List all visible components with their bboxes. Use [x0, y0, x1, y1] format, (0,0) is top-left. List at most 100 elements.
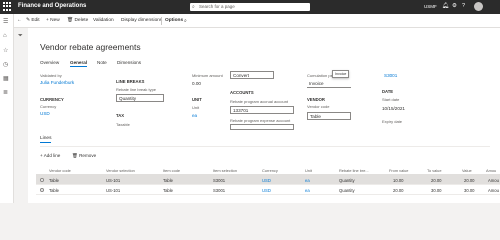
filter-icon[interactable]: ⏷	[18, 33, 23, 40]
grid-cell[interactable]: Table	[49, 178, 59, 183]
validated-by-label: Validated by	[40, 73, 62, 78]
app-title: Finance and Operations	[18, 3, 87, 9]
grid-cell[interactable]: 20.00	[431, 178, 441, 183]
expense-account-label: Rebate program expense account	[230, 118, 291, 123]
currency-header: CURRENCY	[40, 97, 64, 102]
grid-cell[interactable]: 30.00	[464, 188, 474, 193]
tab-general[interactable]: General	[70, 60, 88, 67]
expiry-date-label: Expiry date	[382, 119, 403, 124]
validation-button[interactable]: Validation	[93, 18, 114, 23]
grid-cell[interactable]: Table	[49, 188, 59, 193]
column-header[interactable]: Vendor code	[49, 168, 71, 173]
home-icon[interactable]: ⌂	[3, 33, 7, 39]
tab-note[interactable]: Note	[97, 60, 107, 65]
grid-cell[interactable]: S3001	[213, 178, 225, 183]
table-row[interactable]: Table US-101 Table S3001 USD ea Quantity…	[36, 185, 500, 195]
start-date-label: Start date	[382, 97, 400, 102]
grid-cell[interactable]: 20.00	[393, 188, 403, 193]
column-header[interactable]: Item selection	[213, 168, 237, 173]
grid-cell[interactable]: Table	[163, 188, 173, 193]
grid-cell[interactable]: USD	[262, 188, 271, 193]
section-divider	[40, 146, 490, 147]
favorites-icon[interactable]: ☆	[3, 47, 8, 54]
lines-section-title[interactable]: Lines	[40, 136, 52, 143]
grid-cell[interactable]: US-101	[106, 178, 120, 183]
filter-pane: ⏷	[14, 28, 28, 203]
grid-cell[interactable]: 10.00	[393, 178, 403, 183]
remove-button[interactable]: 🗑︎ Remove	[72, 153, 96, 159]
convert-button[interactable]: Convert	[230, 71, 274, 79]
column-header[interactable]: Value	[462, 168, 472, 173]
start-date-value[interactable]: 10/15/2021	[382, 106, 405, 111]
tab-dimensions[interactable]: Dimensions	[117, 60, 141, 65]
tab-overview[interactable]: Overview	[40, 60, 59, 65]
company-picker[interactable]: USMF	[424, 4, 437, 9]
line-break-type-label: Rebate line break type	[116, 87, 157, 92]
help-icon[interactable]: ?	[462, 3, 465, 9]
edit-label: Edit	[31, 18, 40, 23]
modules-icon[interactable]: ≣	[3, 89, 8, 96]
workspaces-icon[interactable]: ▦	[3, 75, 9, 82]
grid-cell[interactable]: USD	[262, 178, 271, 183]
accrual-account-field[interactable]: 133701	[230, 106, 294, 114]
delete-label: Delete	[74, 18, 89, 23]
vendor-account-value[interactable]: S3001	[384, 73, 397, 78]
column-header[interactable]: Unit	[305, 168, 312, 173]
grid-cell[interactable]: US-101	[106, 188, 120, 193]
line-break-type-select[interactable]: Quantity	[116, 94, 164, 102]
currency-value[interactable]: USD	[40, 111, 50, 116]
row-select-radio[interactable]	[40, 178, 44, 182]
row-select-radio[interactable]	[40, 188, 44, 192]
column-header[interactable]: Currency	[262, 168, 278, 173]
grid-cell[interactable]: Amou	[488, 178, 499, 183]
recent-icon[interactable]: ◷	[3, 61, 8, 68]
add-line-button[interactable]: + Add line	[40, 153, 60, 158]
cumulation-period-select[interactable]: Invoice	[307, 80, 351, 88]
validated-by-value[interactable]: Julia Funderburk	[40, 80, 74, 85]
column-header[interactable]: Item code	[163, 168, 180, 173]
column-header[interactable]: From value	[389, 168, 408, 173]
display-dimensions-button[interactable]: Display dimensions	[121, 18, 162, 23]
grid-cell[interactable]: ea	[305, 178, 310, 183]
page-title: Vendor rebate agreements	[40, 42, 141, 52]
currency-label: Currency	[40, 104, 57, 109]
line-breaks-header: LINE BREAKS	[116, 79, 145, 84]
grid-cell[interactable]: S3001	[213, 188, 225, 193]
grid-cell[interactable]: 20.00	[464, 178, 474, 183]
minimum-amount-value[interactable]: 0.00	[192, 81, 201, 86]
grid-cell[interactable]: Amou	[488, 188, 499, 193]
column-header[interactable]: Amou	[486, 168, 496, 173]
vendor-code-select[interactable]: Table	[307, 112, 351, 120]
table-row[interactable]: Table US-101 Table S3001 USD ea Quantity…	[36, 175, 500, 185]
grid-cell[interactable]: Quantity	[339, 178, 355, 183]
avatar[interactable]	[474, 2, 483, 11]
grid-cell[interactable]: Table	[163, 178, 173, 183]
minimum-amount-label: Minimum amount	[192, 73, 223, 78]
column-header[interactable]: To value	[427, 168, 442, 173]
expense-account-field[interactable]	[230, 124, 294, 130]
app-top-bar: Finance and Operations ⌕ Search for a pa…	[0, 0, 500, 14]
toolbar-divider	[161, 17, 162, 25]
back-icon[interactable]: ←	[17, 18, 22, 23]
options-tab[interactable]: Options	[165, 18, 183, 23]
grid-cell[interactable]: Quantity	[339, 188, 355, 193]
unit-header: UNIT	[192, 97, 202, 102]
delete-button[interactable]: 🗑︎ Delete	[67, 18, 88, 23]
app-launcher-icon[interactable]	[3, 2, 12, 11]
unit-label: Unit	[192, 105, 200, 110]
column-header[interactable]: Vendor selection	[106, 168, 135, 173]
menu-icon[interactable]: ☰	[3, 18, 8, 25]
search-icon: ⌕	[192, 4, 195, 10]
bell-icon[interactable]: 🔔︎	[442, 3, 449, 9]
column-header[interactable]: Rebate line bre...	[339, 168, 369, 173]
grid-cell[interactable]: 30.00	[431, 188, 441, 193]
search-icon[interactable]: ⌕	[184, 18, 187, 24]
edit-button[interactable]: ✎ Edit	[26, 18, 40, 23]
gear-icon[interactable]: ⚙	[452, 3, 457, 9]
search-input[interactable]: ⌕ Search for a page	[190, 3, 310, 11]
new-button[interactable]: + New	[46, 18, 60, 23]
date-header: DATE	[382, 89, 394, 94]
grid-cell[interactable]: ea	[305, 188, 310, 193]
accounts-header: ACCOUNTS	[230, 90, 254, 95]
unit-value[interactable]: ea	[192, 113, 197, 118]
